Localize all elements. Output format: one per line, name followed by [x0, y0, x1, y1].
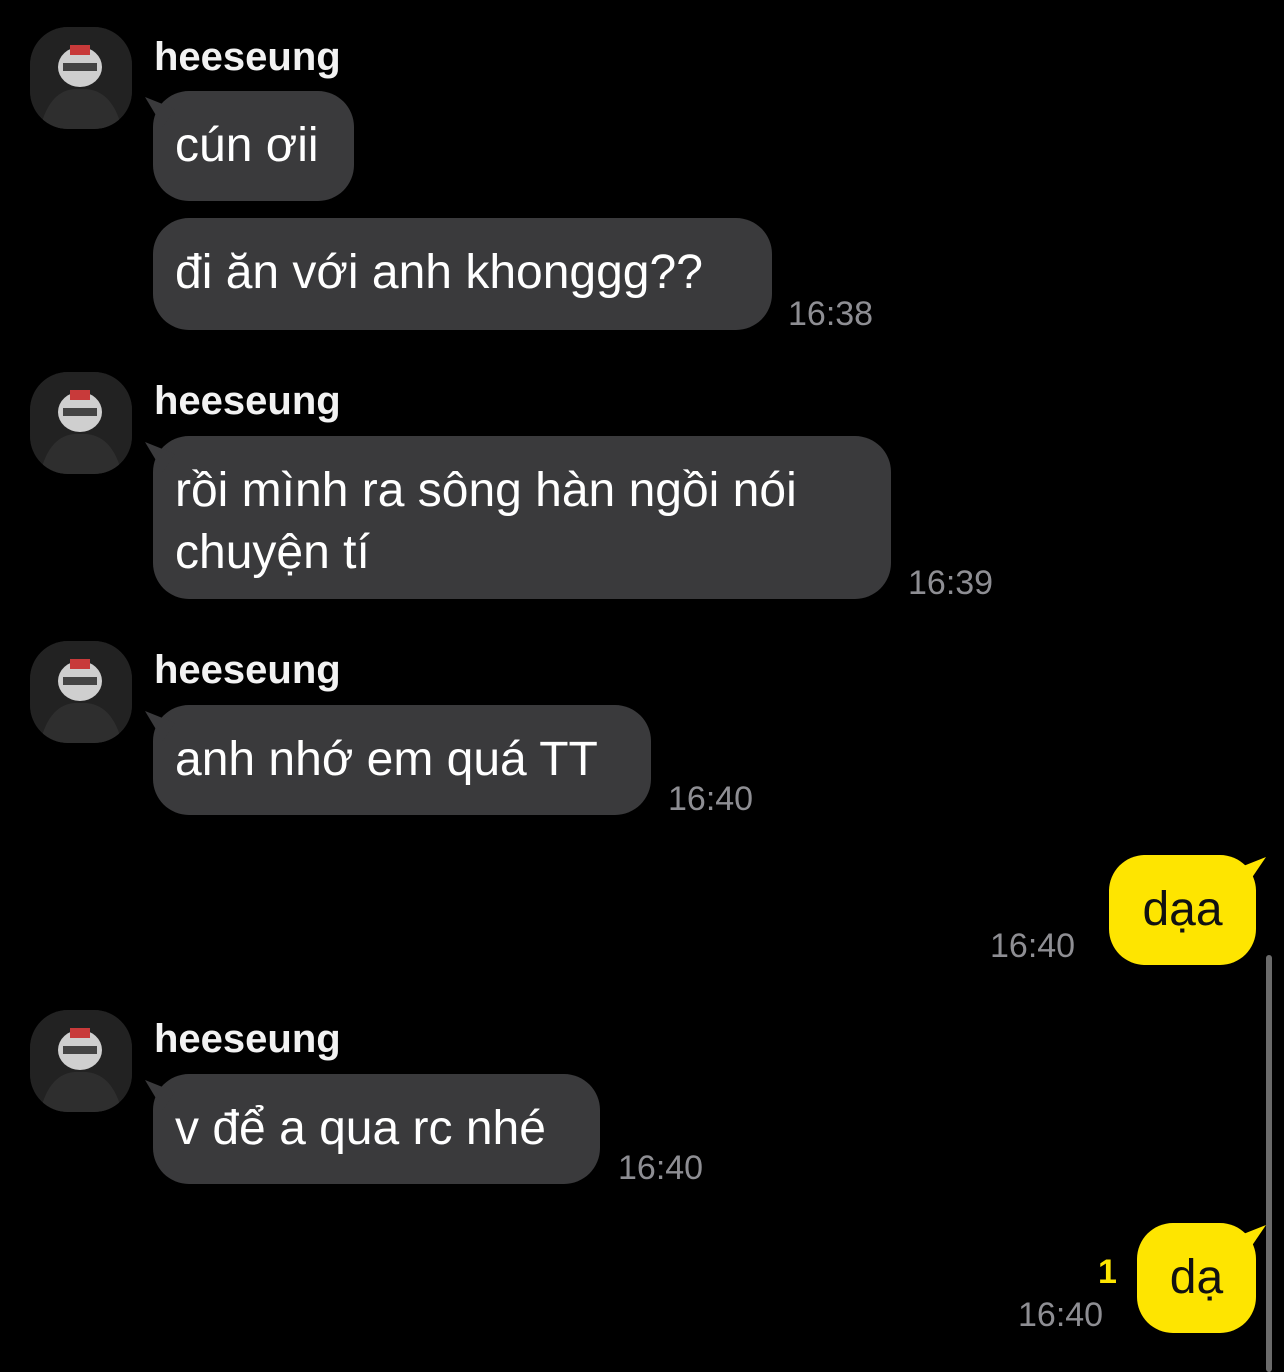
- message-bubble[interactable]: cún ơii: [153, 91, 354, 201]
- message-timestamp: 16:40: [1018, 1296, 1104, 1334]
- avatar-image: [30, 372, 132, 474]
- sender-avatar[interactable]: [30, 27, 132, 129]
- message-timestamp: 16:38: [788, 295, 874, 333]
- sender-name: heeseung: [154, 648, 341, 692]
- outgoing-message-bubble[interactable]: dạ: [1137, 1223, 1256, 1333]
- message-bubble[interactable]: v để a qua rc nhé: [153, 1074, 600, 1184]
- sender-avatar[interactable]: [30, 1010, 132, 1112]
- avatar-image: [30, 27, 132, 129]
- sender-avatar[interactable]: [30, 372, 132, 474]
- outgoing-message-bubble[interactable]: dạa: [1109, 855, 1256, 965]
- message-timestamp: 16:40: [618, 1149, 704, 1187]
- message-bubble[interactable]: anh nhớ em quá TT: [153, 705, 651, 815]
- scrollbar[interactable]: [1266, 955, 1272, 1372]
- message-timestamp: 16:40: [990, 927, 1076, 965]
- message-timestamp: 16:39: [908, 564, 994, 602]
- unread-count-badge: 1: [1098, 1253, 1117, 1291]
- sender-avatar[interactable]: [30, 641, 132, 743]
- sender-name: heeseung: [154, 1017, 341, 1061]
- sender-name: heeseung: [154, 35, 341, 79]
- message-bubble[interactable]: rồi mình ra sông hàn ngồi nói chuyện tí: [153, 436, 891, 599]
- avatar-image: [30, 1010, 132, 1112]
- message-bubble[interactable]: đi ăn với anh khonggg??: [153, 218, 772, 330]
- message-timestamp: 16:40: [668, 780, 754, 818]
- avatar-image: [30, 641, 132, 743]
- sender-name: heeseung: [154, 379, 341, 423]
